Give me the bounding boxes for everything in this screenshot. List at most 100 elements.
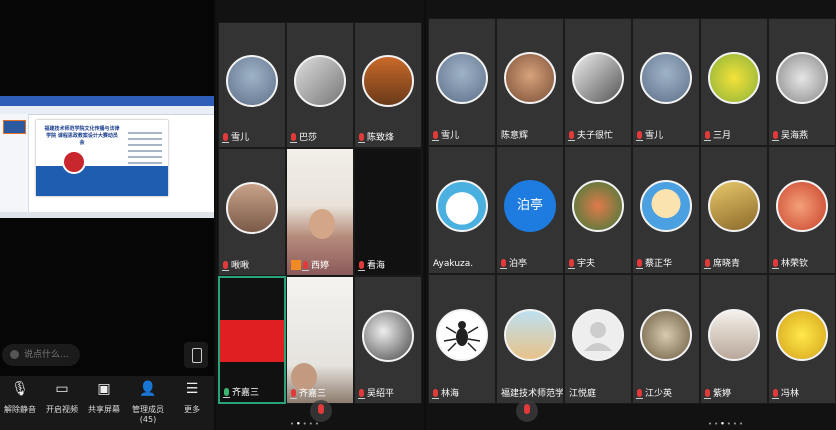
avatar-initials: 泊亭: [504, 180, 556, 232]
shared-app-toolbar: [0, 106, 214, 115]
active-speaker-tile[interactable]: 齐嘉三: [218, 276, 286, 404]
manage-members-label: 管理成员(45): [132, 405, 164, 424]
participant-tile[interactable]: 夫子很忙: [564, 18, 632, 146]
participant-tile[interactable]: 巴莎: [286, 22, 354, 148]
participant-tile[interactable]: 泊亭 泊亭: [496, 146, 564, 274]
avatar: [294, 55, 346, 107]
mic-muted-icon: [636, 389, 643, 399]
participant-tile[interactable]: 江悦庭: [564, 274, 632, 404]
participant-tile[interactable]: 福建技术师范学...: [496, 274, 564, 404]
avatar: [640, 52, 692, 104]
mic-muted-icon: [500, 259, 507, 269]
avatar: [572, 52, 624, 104]
participant-name: 巴莎: [290, 132, 317, 144]
mic-muted-icon: [432, 389, 439, 399]
avatar: [504, 309, 556, 361]
avatar: [436, 309, 488, 361]
mic-muted-icon: [772, 131, 779, 141]
slide-title: 福建技术师范学院文化传播与法律学院 课程思政教案设计大赛动员会: [44, 126, 120, 146]
avatar: [708, 180, 760, 232]
shared-slide: 福建技术师范学院文化传播与法律学院 课程思政教案设计大赛动员会: [36, 120, 168, 196]
avatar: [436, 180, 488, 232]
mic-muted-icon: [358, 261, 365, 271]
chat-icon: [10, 350, 19, 359]
participant-video: [220, 320, 284, 362]
participant-tile[interactable]: 吴绍平: [354, 276, 422, 404]
avatar: [708, 52, 760, 104]
page-indicator: •••••: [290, 420, 322, 428]
mic-muted-icon: [524, 404, 530, 414]
participant-video-tile[interactable]: 西婷: [286, 148, 354, 276]
manage-members-button[interactable]: 👤 管理成员(45): [126, 380, 170, 424]
participant-tile[interactable]: 紫婷: [700, 274, 768, 404]
school-seal-icon: [62, 150, 86, 174]
shared-app-ribbon: [0, 96, 214, 106]
participant-tile[interactable]: 江少英: [632, 274, 700, 404]
participant-grid-page-2: 雪儿 巴莎 陈致烽 啾啾 西婷 看海 齐嘉三 齐嘉三 吴绍平 •••••: [216, 0, 424, 430]
participant-tile[interactable]: 吴海燕: [768, 18, 836, 146]
mic-muted-icon: [704, 131, 711, 141]
start-video-label: 开启视频: [46, 405, 78, 414]
participant-name: 看海: [358, 260, 385, 272]
avatar: [572, 309, 624, 361]
participant-tile[interactable]: 雪儿: [428, 18, 496, 146]
mic-muted-icon: [318, 404, 324, 414]
chat-input[interactable]: 说点什么...: [2, 344, 80, 366]
shared-screen[interactable]: 福建技术师范学院文化传播与法律学院 课程思政教案设计大赛动员会: [0, 96, 214, 218]
participant-tile[interactable]: 雪儿: [218, 22, 286, 148]
participant-name: 啾啾: [222, 260, 249, 272]
participant-tile[interactable]: 三月: [700, 18, 768, 146]
participant-tile[interactable]: 雪儿: [632, 18, 700, 146]
mic-muted-icon: [290, 133, 297, 143]
participant-name: 冯林: [772, 388, 799, 400]
floating-mic-button[interactable]: [310, 400, 332, 422]
phone-icon: [192, 348, 202, 363]
avatar: [226, 55, 278, 107]
participant-name: 三月: [704, 130, 731, 142]
mic-muted-icon: [568, 259, 575, 269]
participant-name: 江悦庭: [569, 389, 597, 399]
mic-muted-icon: [568, 131, 575, 141]
slide-thumbnails: [0, 114, 29, 212]
share-screen-button[interactable]: ▣ 共享屏幕: [82, 380, 126, 415]
mic-muted-icon: [636, 131, 643, 141]
participant-tile[interactable]: 林海: [428, 274, 496, 404]
participant-tile[interactable]: 啾啾: [218, 148, 286, 276]
avatar: [362, 310, 414, 362]
participant-tile[interactable]: 席晓青: [700, 146, 768, 274]
rotate-device-button[interactable]: [184, 342, 208, 368]
participant-tile[interactable]: 蔡正华: [632, 146, 700, 274]
start-video-button[interactable]: ▭ 开启视频: [40, 380, 84, 415]
participant-tile[interactable]: 宇夫: [564, 146, 632, 274]
more-label: 更多: [184, 405, 200, 414]
participant-name: 雪儿: [636, 130, 663, 142]
participant-tile[interactable]: 林荣钦: [768, 146, 836, 274]
chat-placeholder: 说点什么...: [24, 350, 69, 360]
participant-name: 吴绍平: [358, 388, 394, 400]
participant-name: 泊亭: [500, 258, 527, 270]
floating-mic-button[interactable]: [516, 400, 538, 422]
mic-muted-icon: [636, 259, 643, 269]
avatar: [640, 180, 692, 232]
person-face: [291, 363, 317, 391]
participant-tile[interactable]: 看海: [354, 148, 422, 276]
meeting-toolbar: 🎙 解除静音 ▭ 开启视频 ▣ 共享屏幕 👤 管理成员(45) ☰ 更多: [0, 376, 214, 430]
participant-tile[interactable]: Ayakuza.: [428, 146, 496, 274]
more-button[interactable]: ☰ 更多: [170, 380, 214, 415]
members-icon: 👤: [139, 381, 157, 397]
participant-name: 江少英: [636, 388, 672, 400]
mic-muted-icon: [704, 259, 711, 269]
slide-text-lines: [128, 128, 162, 168]
participant-tile[interactable]: 陈意辉: [496, 18, 564, 146]
participant-name: 林海: [432, 388, 459, 400]
participant-name: 齐嘉三: [223, 387, 259, 399]
participant-tile[interactable]: 冯林: [768, 274, 836, 404]
unmute-button[interactable]: 🎙 解除静音: [0, 380, 42, 415]
participant-name: 林荣钦: [772, 258, 808, 270]
unmute-label: 解除静音: [4, 405, 36, 414]
main-stage-panel: 福建技术师范学院文化传播与法律学院 课程思政教案设计大赛动员会 说点什么... …: [0, 0, 214, 430]
participant-tile[interactable]: 陈致烽: [354, 22, 422, 148]
camera-off-icon: ▭: [55, 381, 69, 397]
participant-video-tile[interactable]: 齐嘉三: [286, 276, 354, 404]
participant-name: 齐嘉三: [290, 388, 326, 400]
